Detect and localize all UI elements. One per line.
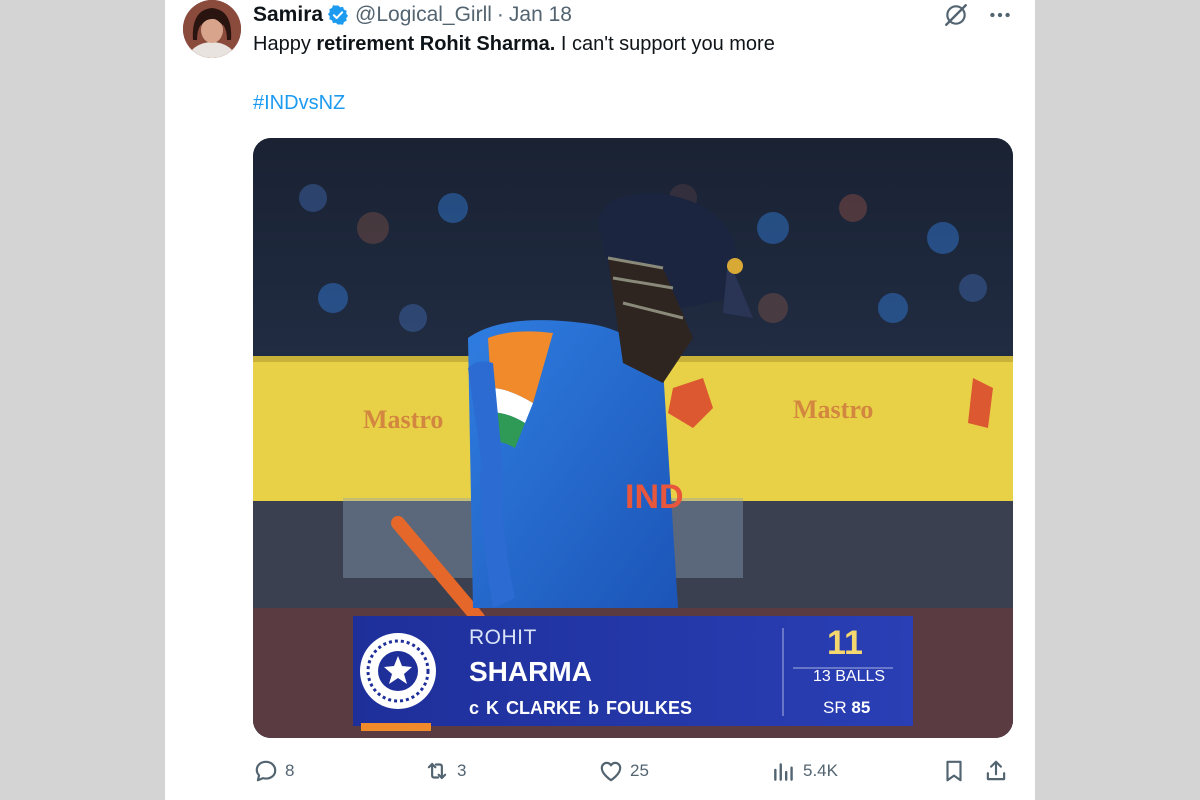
tweet-media-image[interactable]: Mastro Mastro IND ROHIT SHARMA c K CLARK…: [253, 138, 1013, 738]
author-name[interactable]: Samira: [253, 3, 323, 27]
author-avatar[interactable]: [183, 0, 241, 58]
header-actions: [943, 2, 1013, 28]
like-count: 25: [630, 761, 649, 780]
hashtag-link[interactable]: #INDvsNZ: [253, 92, 345, 115]
tweet-card: Samira @Logical_Girll · Jan 18 Happy ret…: [165, 0, 1035, 800]
svg-text:Mastro: Mastro: [793, 395, 873, 424]
tweet-text-prefix: Happy: [253, 33, 317, 55]
views-count: 5.4K: [803, 761, 838, 780]
jersey-text: IND: [625, 478, 684, 516]
like-button[interactable]: 25: [598, 758, 649, 784]
retweet-icon: [427, 762, 447, 780]
tweet-actions: 8 3 25 5.4K: [253, 758, 1013, 788]
strike-rate-value: 85: [851, 698, 871, 717]
reply-count: 8: [285, 761, 295, 780]
heart-icon: [600, 761, 622, 782]
grok-icon[interactable]: [943, 2, 969, 28]
header-separator: ·: [496, 3, 504, 26]
reply-icon: [255, 760, 277, 782]
balls-faced: 13 BALLS: [813, 668, 886, 685]
reply-button[interactable]: 8: [253, 758, 294, 784]
retweet-button[interactable]: 3: [423, 758, 466, 784]
more-options-icon[interactable]: [987, 2, 1013, 28]
batsman-last-name: SHARMA: [469, 656, 592, 687]
share-button[interactable]: [983, 758, 1009, 784]
share-icon: [986, 760, 1006, 781]
banner-text: Mastro: [363, 405, 443, 434]
views-icon: [774, 763, 793, 781]
tweet-text-suffix: I can't support you more: [555, 33, 775, 55]
score-graphic: ROHIT SHARMA c K CLARKE b FOULKES 11 13 …: [353, 616, 913, 726]
tweet-header: Samira @Logical_Girll · Jan 18: [253, 2, 572, 28]
tweet-date[interactable]: Jan 18: [509, 3, 572, 27]
batsman-first-name: ROHIT: [469, 626, 537, 649]
author-handle[interactable]: @Logical_Girll: [355, 3, 492, 27]
strike-rate-label: SR: [823, 698, 847, 717]
bookmark-button[interactable]: [941, 758, 967, 784]
tweet-text: Happy retirement Rohit Sharma. I can't s…: [253, 33, 775, 56]
strike-rate: SR 85: [823, 698, 870, 718]
tweet-text-bold: retirement Rohit Sharma.: [316, 33, 556, 55]
verified-badge-icon: [327, 5, 349, 25]
views-button[interactable]: 5.4K: [771, 758, 838, 784]
dismissal-text: c K CLARKE b FOULKES: [469, 698, 693, 718]
runs-scored: 11: [827, 624, 863, 662]
retweet-count: 3: [457, 761, 467, 780]
bookmark-icon: [946, 760, 962, 782]
